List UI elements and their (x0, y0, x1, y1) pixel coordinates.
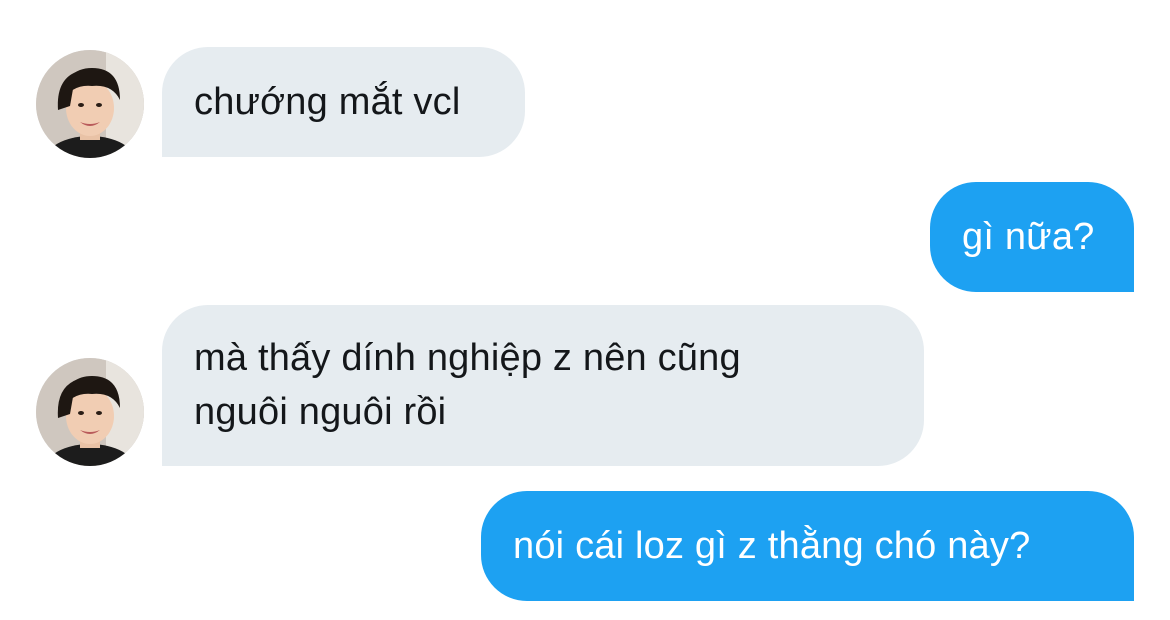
message-text: nói cái loz gì z thằng chó này? (513, 525, 1031, 567)
message-text-line: nguôi nguôi rồi (194, 391, 447, 433)
message-text-line: mà thấy dính nghiệp z nên cũng (194, 337, 741, 379)
message-bubble-outgoing[interactable]: gì nữa? (930, 182, 1134, 292)
message-text: gì nữa? (962, 216, 1095, 258)
contact-avatar[interactable] (36, 50, 144, 158)
message-bubble-outgoing[interactable]: nói cái loz gì z thằng chó này? (481, 491, 1134, 601)
message-bubble-incoming[interactable]: chướng mắt vcl (162, 47, 525, 157)
conversation-thread: chướng mắt vcl gì nữa? mà thấy dính nghi… (0, 0, 1170, 620)
avatar-photo (36, 358, 144, 466)
avatar-photo (36, 50, 144, 158)
message-bubble-incoming[interactable]: mà thấy dính nghiệp z nên cũng nguôi ngu… (162, 305, 924, 466)
contact-avatar[interactable] (36, 358, 144, 466)
message-text: chướng mắt vcl (194, 81, 461, 123)
